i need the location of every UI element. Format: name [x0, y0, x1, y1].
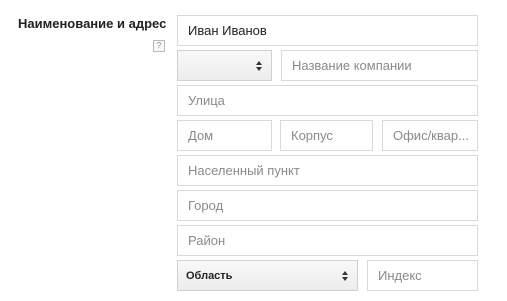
help-icon[interactable]: ?	[153, 40, 165, 52]
full-name-input[interactable]: Иван Иванов	[177, 15, 478, 46]
select-arrows-icon	[256, 60, 262, 71]
company-input[interactable]: Название компании	[281, 50, 478, 81]
district-input[interactable]: Район	[177, 225, 478, 256]
section-label: Наименование и адрес	[18, 16, 167, 31]
select-arrows-icon	[342, 270, 348, 281]
region-select-value: Область	[186, 269, 233, 282]
locality-input[interactable]: Населенный пункт	[177, 155, 478, 186]
address-form: Наименование и адрес ? Иван Иванов Назва…	[0, 0, 507, 301]
street-input[interactable]: Улица	[177, 85, 478, 116]
office-input[interactable]: Офис/квар...	[382, 120, 478, 151]
city-input[interactable]: Город	[177, 190, 478, 221]
building-input[interactable]: Корпус	[280, 120, 373, 151]
house-input[interactable]: Дом	[177, 120, 272, 151]
postcode-input[interactable]: Индекс	[367, 260, 478, 291]
title-select[interactable]	[177, 50, 272, 81]
region-select[interactable]: Область	[177, 260, 358, 291]
